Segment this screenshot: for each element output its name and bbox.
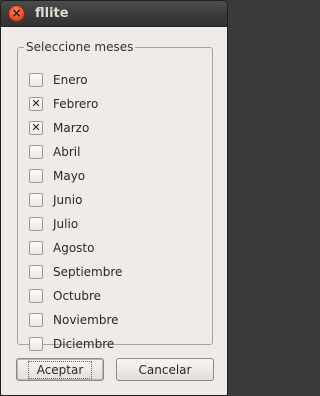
cancel-button[interactable]: Cancelar bbox=[116, 358, 214, 381]
close-icon[interactable]: × bbox=[8, 5, 25, 22]
dialog-window: × fllite Seleccione meses Enero ✕ Febrer… bbox=[0, 0, 228, 396]
month-option-abril[interactable]: Abril bbox=[29, 145, 199, 161]
month-label: Febrero bbox=[53, 97, 99, 111]
window-title: fllite bbox=[35, 6, 69, 21]
title-bar[interactable]: × fllite bbox=[1, 1, 227, 27]
month-option-marzo[interactable]: ✕ Marzo bbox=[29, 121, 199, 137]
checkbox[interactable] bbox=[29, 265, 43, 279]
checkbox[interactable] bbox=[29, 73, 43, 87]
month-option-enero[interactable]: Enero bbox=[29, 73, 199, 89]
month-label: Julio bbox=[53, 217, 79, 231]
month-option-noviembre[interactable]: Noviembre bbox=[29, 313, 199, 329]
month-label: Diciembre bbox=[53, 337, 115, 351]
checkbox[interactable] bbox=[29, 337, 43, 351]
checkbox-checked[interactable]: ✕ bbox=[29, 97, 43, 111]
month-label: Septiembre bbox=[53, 265, 123, 279]
month-option-octubre[interactable]: Octubre bbox=[29, 289, 199, 305]
accept-button[interactable]: Aceptar bbox=[16, 358, 104, 381]
month-option-febrero[interactable]: ✕ Febrero bbox=[29, 97, 199, 113]
checkbox[interactable] bbox=[29, 169, 43, 183]
checkbox[interactable] bbox=[29, 289, 43, 303]
month-label: Mayo bbox=[53, 169, 86, 183]
month-option-agosto[interactable]: Agosto bbox=[29, 241, 199, 257]
month-label: Octubre bbox=[53, 289, 102, 303]
month-label: Agosto bbox=[53, 241, 95, 255]
month-option-mayo[interactable]: Mayo bbox=[29, 169, 199, 185]
month-option-junio[interactable]: Junio bbox=[29, 193, 199, 209]
checkbox[interactable] bbox=[29, 193, 43, 207]
checkbox[interactable] bbox=[29, 313, 43, 327]
checkbox[interactable] bbox=[29, 145, 43, 159]
checkbox[interactable] bbox=[29, 217, 43, 231]
cancel-button-label: Cancelar bbox=[138, 362, 192, 377]
accept-button-label: Aceptar bbox=[27, 360, 93, 379]
month-label: Abril bbox=[53, 145, 81, 159]
month-option-septiembre[interactable]: Septiembre bbox=[29, 265, 199, 281]
month-label: Marzo bbox=[53, 121, 90, 135]
checkbox[interactable] bbox=[29, 241, 43, 255]
month-option-julio[interactable]: Julio bbox=[29, 217, 199, 233]
month-label: Noviembre bbox=[53, 313, 119, 327]
months-group: Seleccione meses Enero ✕ Febrero ✕ Marzo… bbox=[17, 40, 213, 351]
month-label: Enero bbox=[53, 73, 88, 87]
group-legend: Seleccione meses bbox=[26, 40, 134, 54]
month-option-diciembre[interactable]: Diciembre bbox=[29, 337, 199, 353]
checkbox-checked[interactable]: ✕ bbox=[29, 121, 43, 135]
month-label: Junio bbox=[53, 193, 83, 207]
